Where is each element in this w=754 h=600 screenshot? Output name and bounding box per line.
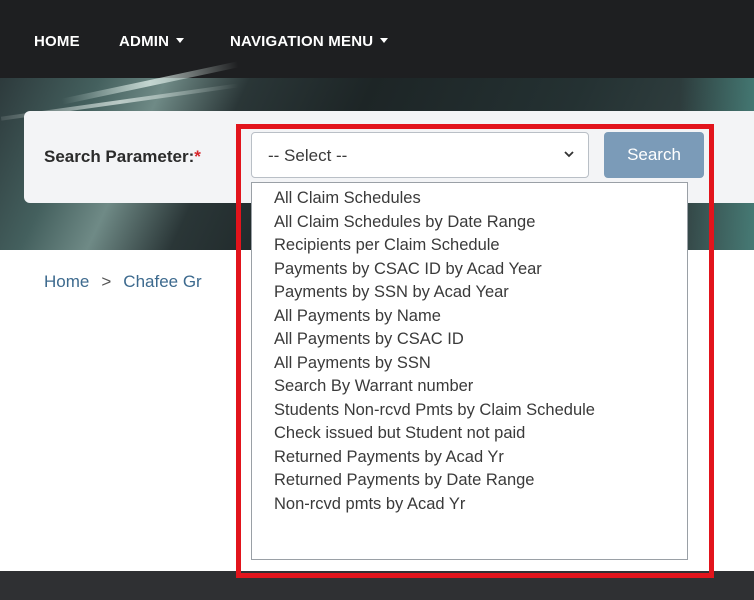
nav-admin-label: ADMIN xyxy=(119,33,170,50)
required-marker: * xyxy=(194,147,201,166)
nav-navigation-menu-label: NAVIGATION MENU xyxy=(230,33,374,50)
breadcrumb-separator: > xyxy=(101,272,112,291)
breadcrumb-home[interactable]: Home xyxy=(44,272,89,291)
caret-down-icon xyxy=(380,38,389,43)
caret-down-icon xyxy=(176,38,185,43)
nav-navigation-menu[interactable]: NAVIGATION MENU xyxy=(230,33,389,50)
nav-home[interactable]: HOME xyxy=(34,33,80,50)
search-parameter-label: Search Parameter:* xyxy=(44,147,201,167)
top-navbar: HOME ADMIN NAVIGATION MENU xyxy=(0,0,754,78)
breadcrumb: Home > Chafee Gr xyxy=(44,272,202,292)
breadcrumb-current[interactable]: Chafee Gr xyxy=(123,272,201,291)
annotation-highlight-box xyxy=(236,124,714,578)
search-parameter-label-text: Search Parameter: xyxy=(44,147,195,166)
nav-admin[interactable]: ADMIN xyxy=(119,33,185,50)
